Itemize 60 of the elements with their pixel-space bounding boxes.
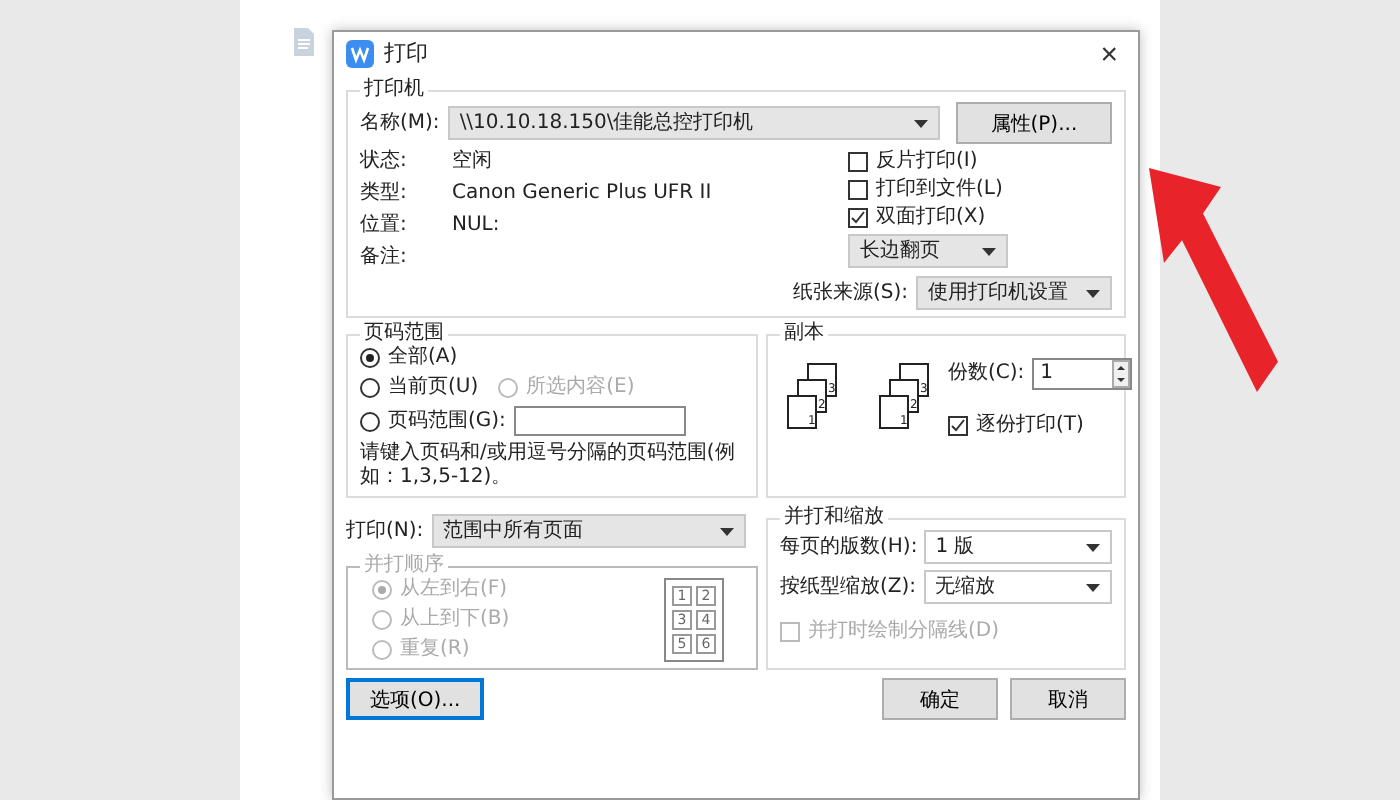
radio-label: 从上到下(B) — [400, 608, 510, 632]
checkbox[interactable] — [848, 208, 868, 228]
field-label: 纸张来源(S): — [792, 281, 908, 305]
radio-button[interactable] — [360, 348, 380, 368]
info-value: Canon Generic Plus UFR II — [452, 182, 714, 206]
checkbox[interactable] — [848, 180, 868, 200]
checkbox-label: 打印到文件(L) — [876, 178, 1003, 202]
dropdown-arrow-icon — [1086, 543, 1100, 551]
document-icon — [292, 28, 316, 56]
checkbox-label: 并打时绘制分隔线(D) — [808, 620, 1000, 644]
close-button[interactable]: × — [1092, 37, 1126, 71]
info-label: 状态: — [360, 150, 409, 174]
group-title: 页码范围 — [362, 322, 446, 345]
dropdown-arrow-icon — [913, 119, 928, 127]
print-dropdown[interactable]: 范围中所有页面 — [431, 514, 746, 548]
checkbox-label: 逐份打印(T) — [976, 414, 1084, 438]
window-title: 打印 — [384, 42, 430, 66]
checkbox[interactable] — [948, 416, 968, 436]
group-title: 并打和缩放 — [782, 506, 886, 530]
radio-label: 重复(R) — [400, 638, 470, 662]
field-label: 按纸型缩放(Z): — [780, 575, 918, 599]
checkbox-label: 双面打印(X) — [876, 206, 986, 230]
radio-label: 从左到右(F) — [400, 578, 508, 602]
checkbox[interactable] — [848, 152, 868, 172]
group-title: 并打顺序 — [362, 554, 446, 577]
radio-label: 页码范围(G): — [388, 409, 506, 433]
paper-source-dropdown[interactable]: 使用打印机设置 — [916, 276, 1112, 310]
page-range-field[interactable] — [513, 406, 686, 436]
checkbox-label: 反片打印(I) — [876, 150, 978, 174]
field-label: 打印(N): — [346, 519, 424, 543]
info-value: 空闲 — [452, 150, 494, 174]
field-label: 份数(C): — [948, 362, 1025, 386]
duplex-dropdown[interactable]: 长边翻页 — [848, 234, 1008, 268]
copies-spinner[interactable]: 1 — [1032, 358, 1133, 390]
info-label: 位置: — [360, 214, 409, 238]
cancel-button[interactable]: 取消 — [1010, 678, 1126, 720]
dropdown[interactable]: 1 版 — [923, 530, 1112, 564]
info-value: NUL: — [452, 214, 502, 238]
group-title: 副本 — [782, 322, 826, 346]
app-icon — [346, 40, 374, 68]
info-label: 类型: — [360, 182, 409, 206]
radio-label: 当前页(U) — [388, 376, 479, 400]
field-label: 每页的版数(H): — [780, 535, 918, 559]
printer-dropdown[interactable]: \\10.10.18.150\佳能总控打印机 — [447, 106, 940, 140]
options-button[interactable]: 选项(O)... — [346, 678, 485, 720]
radio-label: 全部(A) — [388, 346, 458, 370]
info-label: 备注: — [360, 246, 409, 270]
radio-label: 所选内容(E) — [526, 376, 635, 400]
dropdown-arrow-icon — [1086, 583, 1100, 591]
field-label: 名称(M): — [360, 111, 440, 135]
dropdown[interactable]: 无缩放 — [923, 570, 1112, 604]
ok-button[interactable]: 确定 — [882, 678, 998, 720]
hint-text: 请键入页码和/或用逗号分隔的页码范围(例如：1,3,5-12)。 — [360, 442, 737, 490]
radio-button[interactable] — [360, 411, 380, 431]
dropdown-arrow-icon — [719, 527, 734, 535]
group-title: 打印机 — [362, 78, 426, 102]
dropdown-arrow-icon — [1086, 289, 1100, 297]
dropdown-arrow-icon — [982, 247, 996, 255]
properties-button[interactable]: 属性(P)... — [955, 102, 1112, 144]
radio-button[interactable] — [360, 378, 380, 398]
